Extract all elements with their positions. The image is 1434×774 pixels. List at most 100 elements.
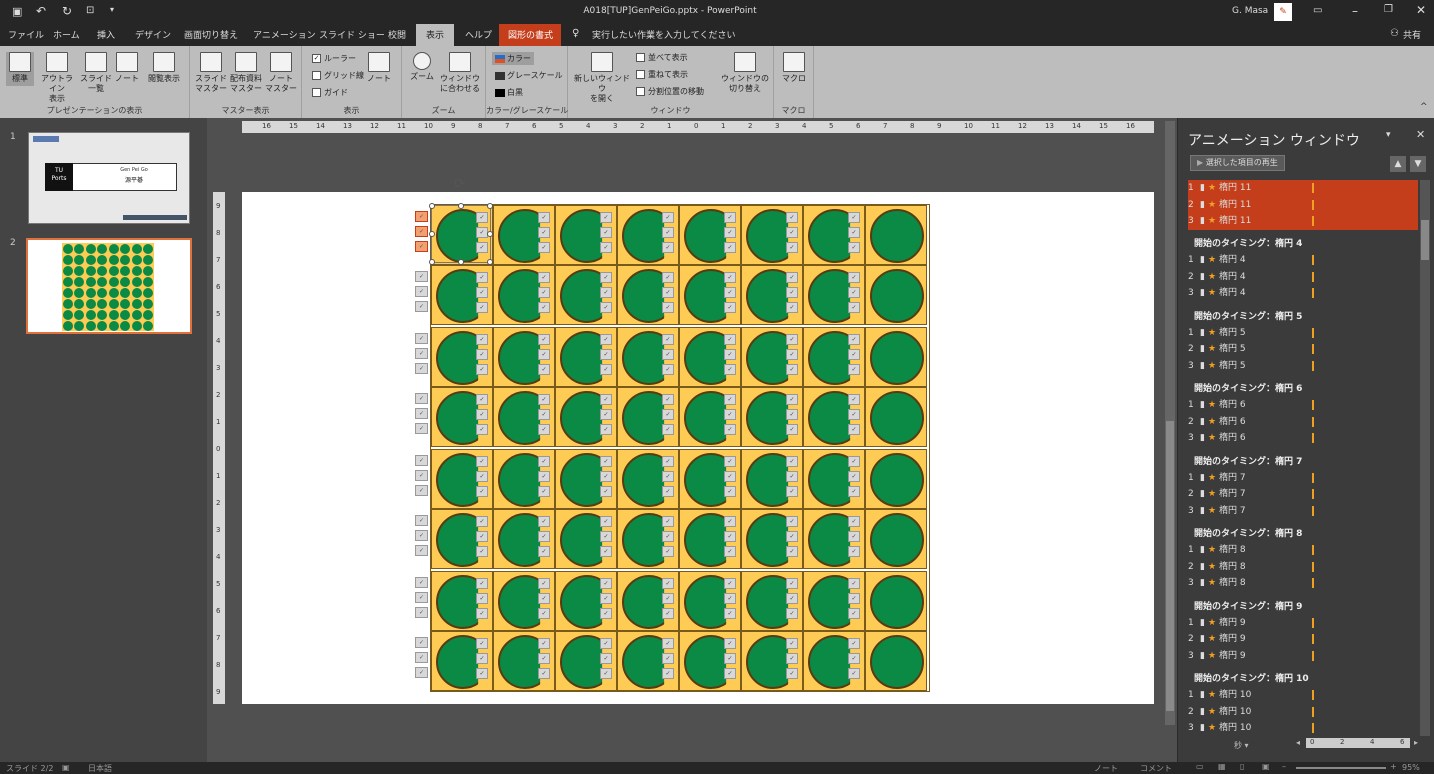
- handout-master-button[interactable]: 配布資料 マスター: [228, 52, 264, 94]
- animation-item[interactable]: 2 ▮ ★ 楕円 9: [1188, 631, 1418, 647]
- animation-tag-icon[interactable]: ✓: [415, 226, 428, 237]
- disc[interactable]: [870, 635, 924, 689]
- resize-handle[interactable]: [429, 231, 435, 237]
- disc[interactable]: [870, 269, 924, 323]
- fit-to-window-button[interactable]: ウィンドウ に合わせる: [438, 52, 482, 94]
- animation-tag-icon[interactable]: ✓: [415, 607, 428, 618]
- slide-canvas[interactable]: ✓ ✓ ✓ ✓ ✓ ✓ ✓ ✓ ✓ ✓ ✓ ✓ ✓ ✓ ✓ ✓ ✓ ✓ ✓ ✓ ✓ ✓ ✓ ✓ ✓ ✓ ✓ ✓ ✓ ✓ ✓ ✓ ✓ ✓ ✓ ✓ ✓ ✓ ✓ ✓…: [242, 176, 1154, 704]
- animation-item[interactable]: 2 ▮ ★ 楕円 5: [1188, 341, 1418, 357]
- language-indicator[interactable]: 日本語: [88, 763, 112, 774]
- tab-slideshow[interactable]: スライド ショー: [319, 28, 385, 41]
- slide-thumbnail-1[interactable]: TU Ports Gen Pei Go 源平碁: [28, 132, 190, 224]
- resize-handle[interactable]: [429, 259, 435, 265]
- vertical-scrollbar[interactable]: [1165, 121, 1175, 725]
- animation-tag-icon[interactable]: ✓: [415, 637, 428, 648]
- gridlines-checkbox[interactable]: グリッド線: [312, 70, 364, 81]
- resize-handle[interactable]: [487, 231, 493, 237]
- animation-item[interactable]: 2 ▮ ★ 楕円 10: [1188, 704, 1418, 720]
- zoom-in-icon[interactable]: +: [1390, 762, 1397, 771]
- tell-me-input[interactable]: 実行したい作業を入力してください: [592, 28, 735, 41]
- animation-tag-icon[interactable]: ✓: [415, 545, 428, 556]
- animation-tag-icon[interactable]: ✓: [415, 393, 428, 404]
- resize-handle[interactable]: [429, 203, 435, 209]
- new-window-button[interactable]: 新しいウィンドウ を開く: [572, 52, 632, 104]
- zoom-out-icon[interactable]: –: [1282, 762, 1286, 771]
- tab-animations[interactable]: アニメーション: [253, 28, 316, 41]
- color-button[interactable]: カラー: [492, 52, 534, 65]
- minimize-icon[interactable]: –: [1352, 4, 1358, 18]
- pane-close-icon[interactable]: ✕: [1416, 128, 1425, 141]
- maximize-icon[interactable]: ❐: [1384, 4, 1393, 15]
- rotate-handle-icon[interactable]: ⟳: [454, 176, 466, 192]
- animation-item[interactable]: 1 ▮ ★ 楕円 4: [1188, 252, 1418, 268]
- animation-tag-icon[interactable]: ✓: [415, 455, 428, 466]
- disc[interactable]: [870, 209, 924, 263]
- animation-item[interactable]: 3 ▮ ★ 楕円 8: [1188, 575, 1418, 591]
- seconds-dropdown[interactable]: 秒 ▾: [1234, 740, 1249, 751]
- animation-item[interactable]: 1 ▮ ★ 楕円 7: [1188, 470, 1418, 486]
- zoom-button[interactable]: ズーム: [408, 52, 436, 82]
- animation-tag-icon[interactable]: ✓: [415, 408, 428, 419]
- animation-tag-icon[interactable]: ✓: [415, 301, 428, 312]
- animation-item[interactable]: 1 ▮ ★ 楕円 9: [1188, 615, 1418, 631]
- animation-tag-icon[interactable]: ✓: [415, 515, 428, 526]
- move-up-button[interactable]: ▲: [1390, 156, 1406, 172]
- animation-item[interactable]: 1 ▮ ★ 楕円 10: [1188, 687, 1418, 703]
- resize-handle[interactable]: [458, 203, 464, 209]
- animation-item[interactable]: 3 ▮ ★ 楕円 6: [1188, 430, 1418, 446]
- tab-home[interactable]: ホーム: [53, 28, 80, 41]
- ribbon-display-icon[interactable]: ▭: [1313, 5, 1322, 16]
- reading-view-icon[interactable]: ▯: [1240, 762, 1244, 771]
- animation-item[interactable]: 1 ▮ ★ 楕円 5: [1188, 325, 1418, 341]
- animation-tag-icon[interactable]: ✓: [415, 592, 428, 603]
- tab-view[interactable]: 表示: [426, 28, 444, 41]
- disc[interactable]: [870, 575, 924, 629]
- resize-handle[interactable]: [458, 259, 464, 265]
- ruler-checkbox[interactable]: ✓ ルーラー: [312, 53, 356, 64]
- resize-handle[interactable]: [487, 259, 493, 265]
- timeline-scroll-right[interactable]: ▸: [1414, 738, 1418, 747]
- customize-toolbar-icon[interactable]: ▾: [110, 5, 114, 14]
- play-selected-button[interactable]: ▶ 選択した項目の再生: [1190, 155, 1285, 171]
- disc[interactable]: [870, 391, 924, 445]
- slideshow-icon[interactable]: ▣: [1262, 762, 1270, 771]
- switch-windows-button[interactable]: ウィンドウの 切り替え: [720, 52, 770, 94]
- close-icon[interactable]: ✕: [1416, 3, 1426, 17]
- animation-tag-icon[interactable]: ✓: [415, 470, 428, 481]
- zoom-slider[interactable]: [1296, 767, 1386, 769]
- tab-design[interactable]: デザイン: [135, 28, 171, 41]
- animation-tag-icon[interactable]: ✓: [415, 485, 428, 496]
- slide-thumbnail-2[interactable]: [26, 238, 192, 334]
- move-split-button[interactable]: 分割位置の移動: [636, 86, 704, 97]
- start-slideshow-icon[interactable]: ⊡: [86, 5, 94, 16]
- user-name[interactable]: G. Masa: [1232, 6, 1268, 16]
- animation-list[interactable]: 1 ▮ ★ 楕円 11 2 ▮ ★ 楕円 11 3 ▮ ★ 楕円 11 開始のタイミング：楕円 4 1 ▮ ★…: [1178, 180, 1418, 736]
- animation-item[interactable]: 3 ▮ ★ 楕円 7: [1188, 503, 1418, 519]
- tab-help[interactable]: ヘルプ: [465, 28, 492, 41]
- animation-scrollbar[interactable]: [1420, 180, 1430, 736]
- animation-item[interactable]: 3 ▮ ★ 楕円 5: [1188, 358, 1418, 374]
- animation-item[interactable]: 3 ▮ ★ 楕円 11: [1188, 213, 1418, 229]
- animation-item[interactable]: 1 ▮ ★ 楕円 8: [1188, 542, 1418, 558]
- animation-tag-icon[interactable]: ✓: [415, 667, 428, 678]
- guides-checkbox[interactable]: ガイド: [312, 87, 348, 98]
- disc[interactable]: [870, 513, 924, 567]
- tab-review[interactable]: 校閲: [388, 28, 406, 41]
- animation-tag-icon[interactable]: ✓: [415, 577, 428, 588]
- disc[interactable]: [870, 453, 924, 507]
- tab-file[interactable]: ファイル: [8, 28, 44, 41]
- slide-sorter-button[interactable]: スライド 一覧: [80, 52, 112, 94]
- normal-view-button[interactable]: 標準: [6, 52, 34, 86]
- animation-tag-icon[interactable]: ✓: [415, 652, 428, 663]
- resize-handle[interactable]: [487, 203, 493, 209]
- animation-tag-icon[interactable]: ✓: [415, 348, 428, 359]
- timeline-scroll-left[interactable]: ◂: [1296, 738, 1300, 747]
- zoom-level[interactable]: 95%: [1402, 763, 1420, 772]
- animation-tag-icon[interactable]: ✓: [415, 423, 428, 434]
- comments-toggle[interactable]: コメント: [1140, 763, 1172, 774]
- black-white-button[interactable]: 白黒: [495, 87, 523, 98]
- tab-shape-format[interactable]: 図形の書式: [508, 28, 553, 41]
- grayscale-button[interactable]: グレースケール: [495, 70, 563, 81]
- pane-options-icon[interactable]: ▾: [1386, 130, 1391, 140]
- animation-tag-icon[interactable]: ✓: [415, 211, 428, 222]
